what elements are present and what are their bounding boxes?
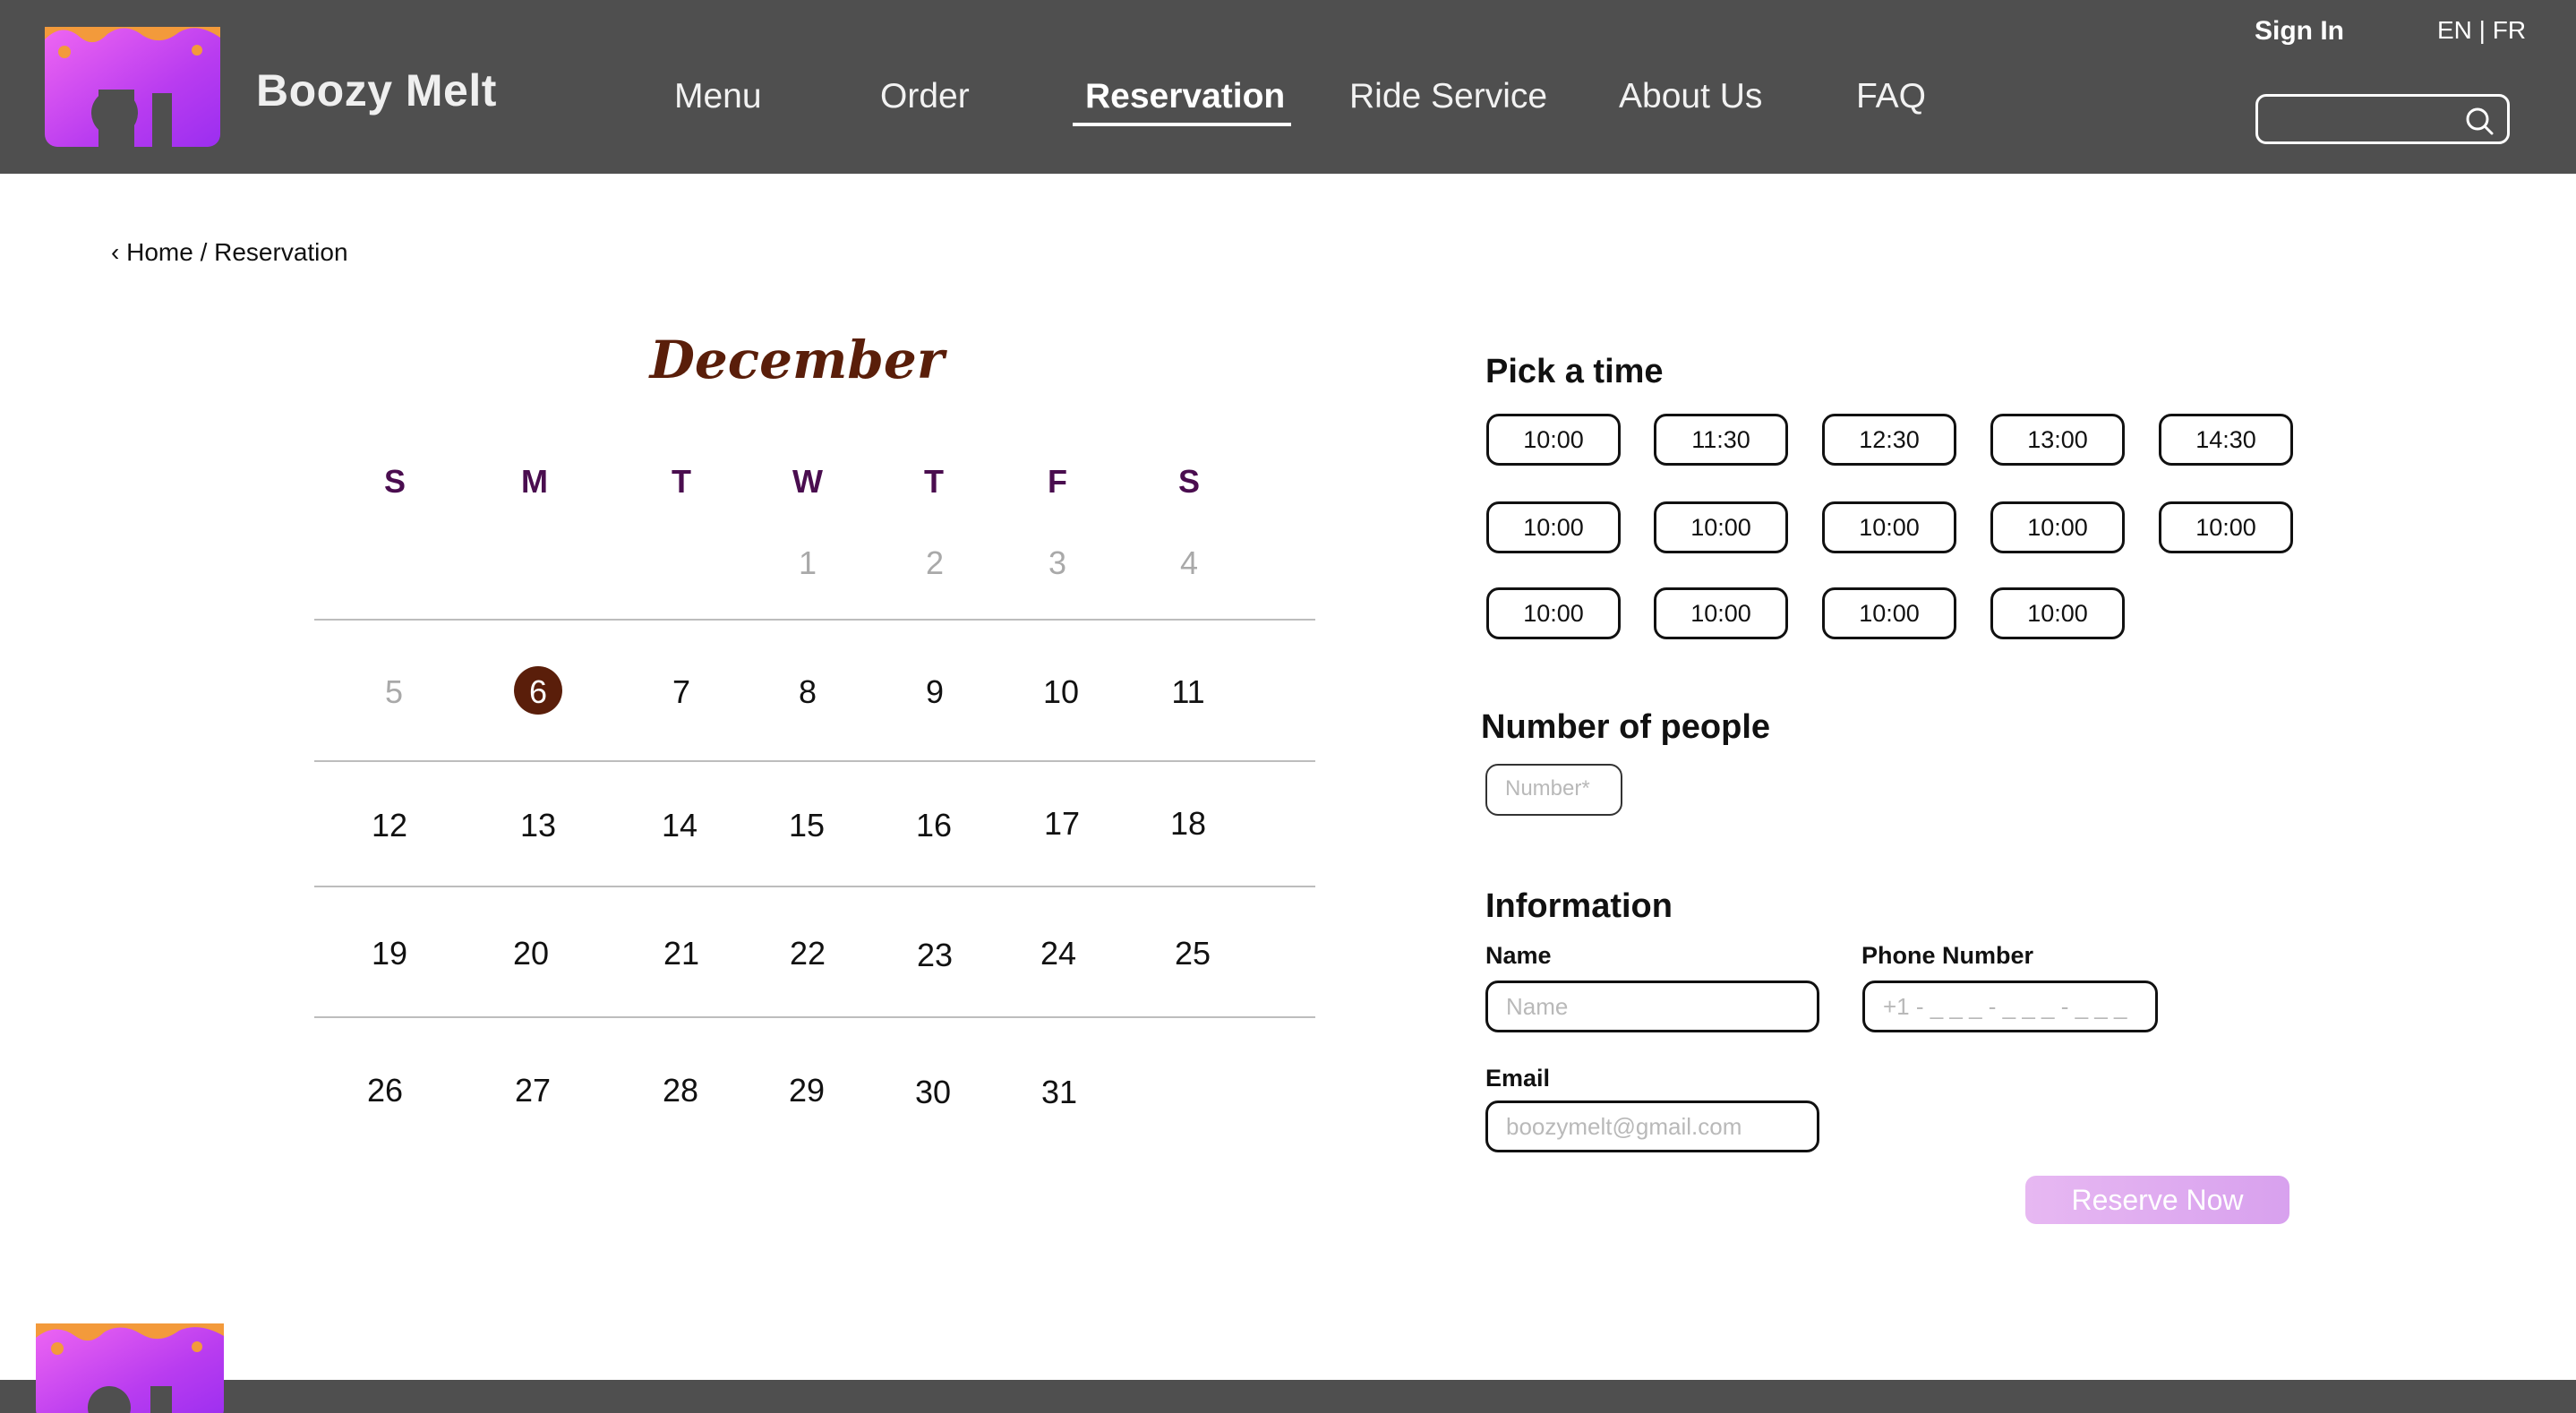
calendar-row-divider <box>314 619 1315 621</box>
nav-faq[interactable]: FAQ <box>1856 77 1926 116</box>
calendar-day[interactable]: 24 <box>1023 935 1094 972</box>
calendar-month-title: December <box>649 330 945 390</box>
calendar-day[interactable]: 11 <box>1152 673 1224 711</box>
calendar-day[interactable]: 4 <box>1153 544 1225 582</box>
calendar-day[interactable]: 21 <box>646 935 717 972</box>
reserve-now-button[interactable]: Reserve Now <box>2025 1176 2289 1224</box>
calendar-row-divider <box>314 886 1315 887</box>
email-input[interactable]: boozymelt@gmail.com <box>1485 1100 1819 1152</box>
calendar-row-divider <box>314 1016 1315 1018</box>
phone-number-input[interactable]: +1 - _ _ _ - _ _ _ - _ _ _ <box>1862 981 2158 1032</box>
calendar-day[interactable]: 10 <box>1025 673 1097 711</box>
brand-name[interactable]: Boozy Melt <box>256 64 497 116</box>
time-slot-button[interactable]: 11:30 <box>1654 414 1788 466</box>
time-slot-button[interactable]: 10:00 <box>2159 501 2293 553</box>
boozy-melt-logo[interactable] <box>45 21 220 147</box>
calendar-day[interactable]: 20 <box>495 935 567 972</box>
footer-bar <box>0 1380 2576 1413</box>
calendar-day[interactable]: 22 <box>772 935 843 972</box>
search-icon[interactable] <box>2464 106 2495 136</box>
calendar-day[interactable]: 12 <box>354 807 425 844</box>
calendar-day[interactable]: 25 <box>1157 935 1228 972</box>
weekday-saturday: S <box>1177 463 1200 500</box>
number-of-people-input[interactable]: Number* <box>1485 764 1622 816</box>
calendar-day[interactable]: 28 <box>645 1072 716 1109</box>
calendar-day[interactable]: 13 <box>502 807 574 844</box>
calendar-day[interactable]: 14 <box>644 807 715 844</box>
calendar-day[interactable]: 9 <box>899 673 971 711</box>
time-slot-button[interactable]: 10:00 <box>1654 587 1788 639</box>
sign-in-link[interactable]: Sign In <box>2255 16 2344 47</box>
weekday-wednesday: W <box>792 463 823 500</box>
time-slot-button[interactable]: 13:00 <box>1990 414 2125 466</box>
calendar-day[interactable]: 7 <box>646 673 717 711</box>
weekday-monday: M <box>521 463 548 500</box>
calendar-day[interactable]: 15 <box>771 807 843 844</box>
calendar-day[interactable]: 27 <box>497 1072 569 1109</box>
weekday-tuesday: T <box>672 463 691 500</box>
calendar-day[interactable]: 26 <box>349 1072 421 1109</box>
calendar-day[interactable]: 23 <box>899 937 971 974</box>
footer-logo[interactable] <box>36 1322 224 1413</box>
calendar-day[interactable]: 2 <box>899 544 971 582</box>
nav-menu[interactable]: Menu <box>674 77 762 116</box>
weekday-sunday: S <box>383 463 406 500</box>
calendar-day[interactable]: 8 <box>772 673 843 711</box>
time-slot-button[interactable]: 10:00 <box>1486 501 1621 553</box>
time-slot-button[interactable]: 10:00 <box>1990 501 2125 553</box>
calendar-day[interactable]: 1 <box>772 544 843 582</box>
calendar-day[interactable]: 29 <box>771 1072 843 1109</box>
time-slot-button[interactable]: 10:00 <box>1486 587 1621 639</box>
email-label: Email <box>1485 1065 1551 1092</box>
breadcrumb[interactable]: ‹ Home / Reservation <box>111 238 348 267</box>
nav-ride-service[interactable]: Ride Service <box>1349 77 1547 116</box>
information-heading: Information <box>1485 887 1673 925</box>
weekday-friday: F <box>1048 463 1067 500</box>
language-switcher[interactable]: EN | FR <box>2437 16 2526 45</box>
time-slot-button[interactable]: 10:00 <box>1822 587 1956 639</box>
number-of-people-heading: Number of people <box>1481 708 1771 746</box>
time-slot-button[interactable]: 10:00 <box>1654 501 1788 553</box>
name-input[interactable]: Name <box>1485 981 1819 1032</box>
time-slot-button[interactable]: 10:00 <box>1822 501 1956 553</box>
calendar-day[interactable]: 19 <box>354 935 425 972</box>
calendar-day-selected[interactable]: 6 <box>502 673 574 711</box>
phone-number-label: Phone Number <box>1861 942 2034 969</box>
calendar-day[interactable]: 31 <box>1023 1074 1095 1111</box>
time-slot-button[interactable]: 12:30 <box>1822 414 1956 466</box>
search-input[interactable] <box>2255 94 2510 144</box>
pick-time-heading: Pick a time <box>1485 353 1664 390</box>
time-slot-button[interactable]: 10:00 <box>1486 414 1621 466</box>
active-nav-underline <box>1073 123 1291 126</box>
calendar-day[interactable]: 5 <box>358 673 430 711</box>
nav-reservation[interactable]: Reservation <box>1085 77 1285 116</box>
nav-about-us[interactable]: About Us <box>1619 77 1762 116</box>
name-label: Name <box>1485 942 1552 969</box>
calendar-day[interactable]: 17 <box>1026 805 1098 843</box>
calendar-day[interactable]: 30 <box>897 1074 969 1111</box>
calendar-row-divider <box>314 760 1315 762</box>
top-navbar: Boozy Melt Menu Order Reservation Ride S… <box>0 0 2576 174</box>
calendar-day[interactable]: 3 <box>1022 544 1093 582</box>
time-slot-button[interactable]: 10:00 <box>1990 587 2125 639</box>
calendar-day[interactable]: 18 <box>1152 805 1224 843</box>
nav-order[interactable]: Order <box>880 77 970 116</box>
weekday-thursday: T <box>924 463 944 500</box>
calendar-day[interactable]: 16 <box>898 807 970 844</box>
time-slot-button[interactable]: 14:30 <box>2159 414 2293 466</box>
